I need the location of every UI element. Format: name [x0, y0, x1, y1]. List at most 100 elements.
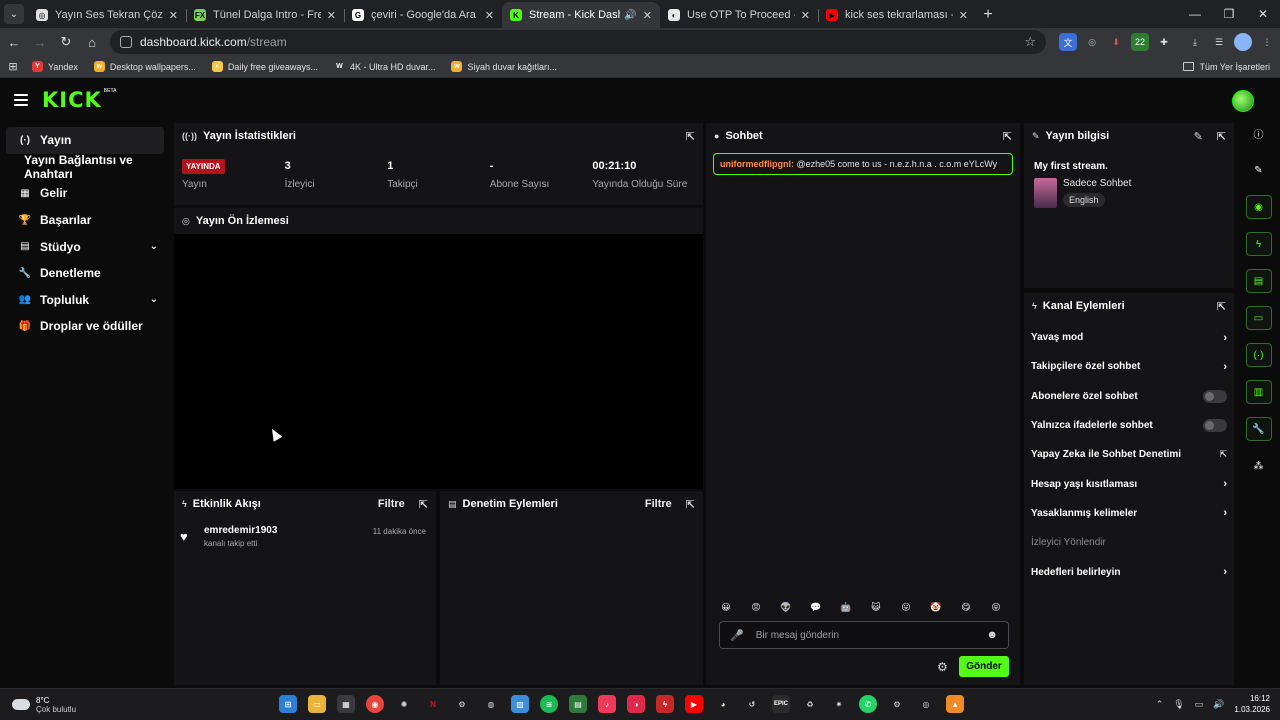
chrome-icon[interactable]: ◉ — [366, 695, 384, 713]
browser-tab[interactable]: Gçeviri - Google'da Ara ✕ — [344, 2, 502, 28]
bookmark-item[interactable]: w Desktop wallpapers... — [93, 61, 196, 72]
emoji-picker-icon[interactable]: ☻ — [986, 629, 998, 641]
external-link-icon[interactable]: ⇱ — [1219, 449, 1227, 460]
ublock-extension-icon[interactable]: ⬇ — [1107, 33, 1125, 51]
whatsapp-icon[interactable]: ✆ — [859, 695, 877, 713]
activity-user[interactable]: emredemir1903 — [204, 525, 277, 536]
music-icon[interactable]: ♪ — [598, 695, 616, 713]
bookmark-item[interactable]: w Siyah duvar kağıtları... — [451, 61, 557, 72]
weather-widget[interactable]: 8°C Çok bulutlu — [12, 696, 76, 714]
extension-22-icon[interactable]: 22 — [1131, 33, 1149, 51]
sidebar-item[interactable]: 🔧 Denetleme — [6, 260, 164, 287]
back-button[interactable]: ← — [2, 30, 26, 54]
youtube-icon[interactable]: ▶ — [685, 695, 703, 713]
tab-close-icon[interactable]: ✕ — [327, 9, 336, 22]
emote-icon[interactable]: 💬 — [808, 599, 824, 615]
emote-icon[interactable]: 😋 — [958, 599, 974, 615]
new-tab-button[interactable]: + — [976, 2, 1000, 28]
chat-settings-gear-icon[interactable]: ⚙ — [937, 660, 948, 674]
capcut-icon[interactable]: ◑ — [627, 695, 645, 713]
reload-button[interactable]: ↻ — [54, 30, 78, 54]
apps-grid-icon[interactable]: ⊞ — [4, 55, 22, 79]
obs-icon[interactable]: ◍ — [482, 695, 500, 713]
sidebar-item[interactable]: ▦ Gelir — [6, 180, 164, 207]
channel-action-item[interactable]: Yapay Zeka ile Sohbet Denetimi ⇱ — [1024, 440, 1234, 469]
chevron-down-icon[interactable]: ⌄ — [150, 241, 158, 252]
browser-tab[interactable]: ◐ Use OTP To Proceed - woofir76 ✕ — [660, 2, 818, 28]
chatgpt-icon[interactable]: ✺ — [395, 695, 413, 713]
browser-tab[interactable]: FX Tünel Dalga Intro - Free video editor ✕ — [186, 2, 344, 28]
emote-icon[interactable]: 😀 — [718, 599, 734, 615]
extensions-puzzle-icon[interactable]: ✚ — [1155, 33, 1173, 51]
emote-icon[interactable]: 😛 — [898, 599, 914, 615]
profile-avatar-icon[interactable] — [1234, 33, 1252, 51]
sidebar-item[interactable]: 🏆 Başarılar — [6, 207, 164, 234]
epic-games-icon[interactable]: EPIC — [772, 695, 790, 713]
channel-action-item[interactable]: İzleyici Yönlendir — [1024, 528, 1234, 557]
toggle-switch[interactable] — [1203, 419, 1227, 433]
popout-icon[interactable]: ⇱ — [419, 498, 428, 511]
chevron-right-icon[interactable]: › — [1223, 566, 1227, 578]
steam-icon[interactable]: ◕ — [714, 695, 732, 713]
all-bookmarks-button[interactable]: Tüm Yer İşaretleri — [1183, 62, 1270, 72]
spotify-icon[interactable]: ≋ — [540, 695, 558, 713]
sidebar-item[interactable]: 🎁 Droplar ve ödüller — [6, 313, 164, 340]
wrench-icon[interactable]: 🔧 — [1245, 417, 1272, 441]
bookmark-item[interactable]: Y Yandex — [32, 61, 78, 72]
settings-app-icon[interactable]: ⚙ — [453, 695, 471, 713]
mod-actions-filter-button[interactable]: Filtre — [645, 498, 672, 510]
download-icon[interactable]: ⤓ — [1186, 33, 1204, 51]
url-bar[interactable]: dashboard.kick.com/stream ☆ — [110, 30, 1046, 54]
minimize-button[interactable]: — — [1178, 7, 1212, 21]
tab-close-icon[interactable]: ✕ — [959, 9, 968, 22]
site-info-icon[interactable] — [120, 36, 132, 48]
emote-icon[interactable]: 😺 — [868, 599, 884, 615]
incognito-extension-icon[interactable]: ◎ — [1083, 33, 1101, 51]
tab-search-button[interactable]: ⌄ — [4, 4, 24, 24]
microphone-tray-icon[interactable]: 🎙 — [1173, 699, 1184, 710]
info-icon[interactable]: ⓘ — [1246, 121, 1272, 145]
sidebar-item[interactable]: ▤ Stüdyo ⌄ — [6, 233, 164, 260]
vlc-icon[interactable]: ▲ — [946, 695, 964, 713]
emote-icon[interactable]: 🤡 — [928, 599, 944, 615]
broadcast-icon[interactable]: (·) — [1245, 343, 1272, 367]
document-icon[interactable]: ▤ — [1245, 269, 1272, 293]
edit-icon[interactable]: ✎ — [1246, 158, 1272, 182]
close-window-button[interactable]: ✕ — [1246, 7, 1280, 21]
channel-action-item[interactable]: Hesap yaşı kısıtlaması › — [1024, 469, 1234, 498]
layout-icon[interactable]: ▥ — [1245, 380, 1272, 404]
sidebar-item[interactable]: Yayın Bağlantısı ve Anahtarı — [6, 153, 164, 181]
browser-tab[interactable]: ◎ Yayın Ses Tekran Çözümü ✕ — [28, 2, 186, 28]
emote-icon[interactable]: 🤖 — [838, 599, 854, 615]
browser-tab[interactable]: K Stream - Kick Dashboard 🔊 ✕ — [502, 2, 660, 28]
channel-action-item[interactable]: Yasaklanmış kelimeler › — [1024, 499, 1234, 528]
channel-action-item[interactable]: Yalnızca ifadelerle sohbet — [1024, 411, 1234, 440]
chevron-right-icon[interactable]: › — [1223, 507, 1227, 519]
channel-action-item[interactable]: Yavaş mod › — [1024, 323, 1234, 352]
microphone-icon[interactable]: 🎤 — [730, 629, 744, 642]
bookmark-item[interactable]: W 4K - Ultra HD duvar... — [333, 61, 435, 72]
forward-button[interactable]: → — [28, 30, 52, 54]
send-button[interactable]: Gönder — [959, 656, 1009, 677]
sidebar-item[interactable]: (·) Yayın — [6, 127, 164, 154]
display-tray-icon[interactable]: ▭ — [1195, 699, 1204, 710]
bolt-app-icon[interactable]: ϟ — [656, 695, 674, 713]
popout-icon[interactable]: ⇱ — [686, 130, 695, 143]
emote-icon[interactable]: 👽 — [778, 599, 794, 615]
translate-extension-icon[interactable]: 文 — [1059, 33, 1077, 51]
popout-icon[interactable]: ⇱ — [686, 498, 695, 511]
community-icon[interactable]: ⁂ — [1246, 454, 1272, 478]
tab-close-icon[interactable]: ✕ — [485, 9, 494, 22]
kick-logo[interactable]: KICK — [42, 88, 102, 112]
recycle-icon[interactable]: ♻ — [801, 695, 819, 713]
photos-icon[interactable]: ▨ — [511, 695, 529, 713]
popout-icon[interactable]: ⇱ — [1217, 130, 1226, 143]
menu-hamburger-icon[interactable] — [14, 94, 28, 106]
restore-button[interactable]: ❐ — [1212, 7, 1246, 21]
bookmark-star-icon[interactable]: ☆ — [1024, 34, 1036, 50]
channel-action-item[interactable]: Abonelere özel sohbet — [1024, 382, 1234, 411]
channel-action-item[interactable]: Hedefleri belirleyin › — [1024, 557, 1234, 586]
tab-close-icon[interactable]: ✕ — [643, 9, 652, 22]
clock[interactable]: 16:12 1.03.2026 — [1234, 693, 1270, 715]
bookmark-item[interactable]: ◐ Daily free giveaways... — [211, 61, 318, 72]
